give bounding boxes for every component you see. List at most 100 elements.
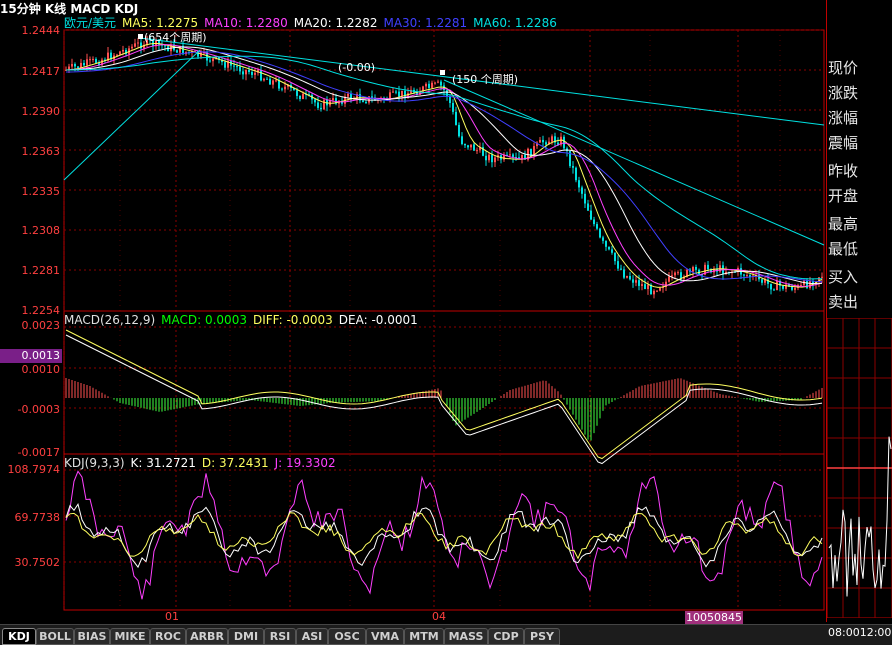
candle-body — [299, 95, 301, 100]
candle-body — [446, 90, 448, 97]
candle-body — [248, 69, 250, 72]
candle-body — [800, 284, 802, 286]
candle-body — [437, 81, 439, 83]
candle-body — [782, 285, 784, 289]
candle-body — [608, 246, 610, 250]
kdj-legend-item: D: 37.2431 — [201, 456, 269, 470]
candle-body — [587, 203, 589, 211]
candle-body — [323, 99, 325, 110]
tab-roc[interactable]: ROC — [150, 628, 186, 645]
quote-panel: 现价 涨跌 涨幅 震幅 昨收 开盘 最高 最低 买入 卖出 — [826, 0, 892, 622]
candle-body — [224, 62, 226, 68]
price-legend-item: MA20: 1.2282 — [293, 16, 378, 30]
candle-body — [137, 42, 139, 44]
candle-body — [470, 144, 472, 148]
candle-body — [347, 93, 349, 97]
tab-mtm[interactable]: MTM — [404, 628, 444, 645]
candle-body — [119, 51, 121, 55]
tab-osc[interactable]: OSC — [328, 628, 366, 645]
tab-arbr[interactable]: ARBR — [186, 628, 228, 645]
price-legend-item: MA10: 1.2280 — [204, 16, 288, 30]
candle-body — [371, 96, 373, 98]
cursor-date-badge: 10050845 — [685, 611, 743, 625]
candle-body — [773, 289, 775, 291]
macd-legend-item: MACD: 0.0003 — [161, 313, 247, 327]
tab-mass[interactable]: MASS — [444, 628, 488, 645]
candle-body — [659, 287, 661, 291]
candle-body — [440, 81, 442, 86]
ma10-line — [65, 44, 823, 287]
tab-dmi[interactable]: DMI — [228, 628, 264, 645]
tab-vma[interactable]: VMA — [366, 628, 404, 645]
candle-body — [593, 219, 595, 225]
candle-body — [278, 80, 280, 89]
candle-body — [272, 80, 274, 85]
candle-body — [653, 290, 655, 295]
price-legend-item: MA30: 1.2281 — [383, 16, 468, 30]
tab-asi[interactable]: ASI — [296, 628, 328, 645]
candle-body — [542, 139, 544, 143]
candle-body — [770, 283, 772, 290]
tab-boll[interactable]: BOLL — [36, 628, 74, 645]
indicator-tab-bar: KDJ BOLL BIAS MIKE ROC ARBR DMI RSI ASI OSC VMA MTM… — [0, 624, 892, 645]
candle-body — [239, 66, 241, 72]
tab-bias[interactable]: BIAS — [74, 628, 110, 645]
candle-body — [785, 284, 787, 289]
kdj-tick-label: 108.7974 — [7, 463, 61, 476]
candle-body — [491, 154, 493, 163]
candle-body — [581, 187, 583, 194]
macd-legend: MACD(26,12,9) MACD: 0.0003 DIFF: -0.0003 DE… — [64, 313, 424, 327]
k-line — [65, 502, 823, 569]
candle-body — [599, 228, 601, 238]
macd-legend-item: DIFF: -0.0003 — [252, 313, 333, 327]
candle-body — [635, 280, 637, 283]
candle-body — [116, 54, 118, 56]
price-tick-label: 1.2390 — [21, 105, 61, 118]
trend-annotation-2: (-0.00) — [338, 61, 376, 74]
trendline-handle — [138, 34, 143, 39]
candle-body — [131, 46, 133, 49]
candle-body — [632, 279, 634, 283]
candle-body — [164, 45, 166, 47]
price-tick-label: 1.2417 — [21, 65, 61, 78]
candle-body — [233, 65, 235, 67]
candle-body — [596, 224, 598, 229]
tab-rsi[interactable]: RSI — [264, 628, 296, 645]
kdj-tick-label: 69.7738 — [14, 511, 61, 524]
candle-body — [92, 58, 94, 60]
dea-line — [65, 334, 823, 465]
candle-body — [794, 287, 796, 290]
candle-body — [473, 144, 475, 151]
candle-body — [602, 237, 604, 241]
chart-canvas[interactable] — [0, 0, 826, 624]
macd-legend-item: MACD(26,12,9) — [64, 313, 156, 327]
tab-kdj[interactable]: KDJ — [2, 628, 36, 645]
quote-field-label: 昨收 — [828, 162, 859, 180]
candle-body — [509, 154, 511, 156]
d-line — [65, 512, 823, 560]
tab-cdp[interactable]: CDP — [488, 628, 524, 645]
tab-mike[interactable]: MIKE — [110, 628, 150, 645]
kdj-legend-item: J: 19.3302 — [274, 456, 336, 470]
candle-body — [95, 58, 97, 63]
j-line — [65, 470, 823, 600]
tab-psy[interactable]: PSY — [524, 628, 560, 645]
candle-body — [638, 280, 640, 286]
price-tick-label: 1.2444 — [21, 24, 61, 37]
candle-body — [539, 139, 541, 143]
candle-body — [362, 100, 364, 102]
candle-body — [743, 274, 745, 276]
candle-body — [392, 91, 394, 93]
kdj-tick-label: 30.7502 — [14, 556, 61, 569]
candle-body — [431, 82, 433, 88]
macd-tick-label: 0.0023 — [21, 319, 61, 332]
candle-body — [494, 157, 496, 163]
diff-line — [65, 329, 823, 460]
candle-body — [656, 290, 658, 292]
candle-body — [746, 275, 748, 277]
candle-body — [83, 62, 85, 66]
candle-body — [284, 86, 286, 90]
price-legend-item: MA60: 1.2286 — [473, 16, 557, 30]
macd-tick-label: 0.0010 — [21, 363, 61, 376]
candle-body — [707, 264, 709, 270]
